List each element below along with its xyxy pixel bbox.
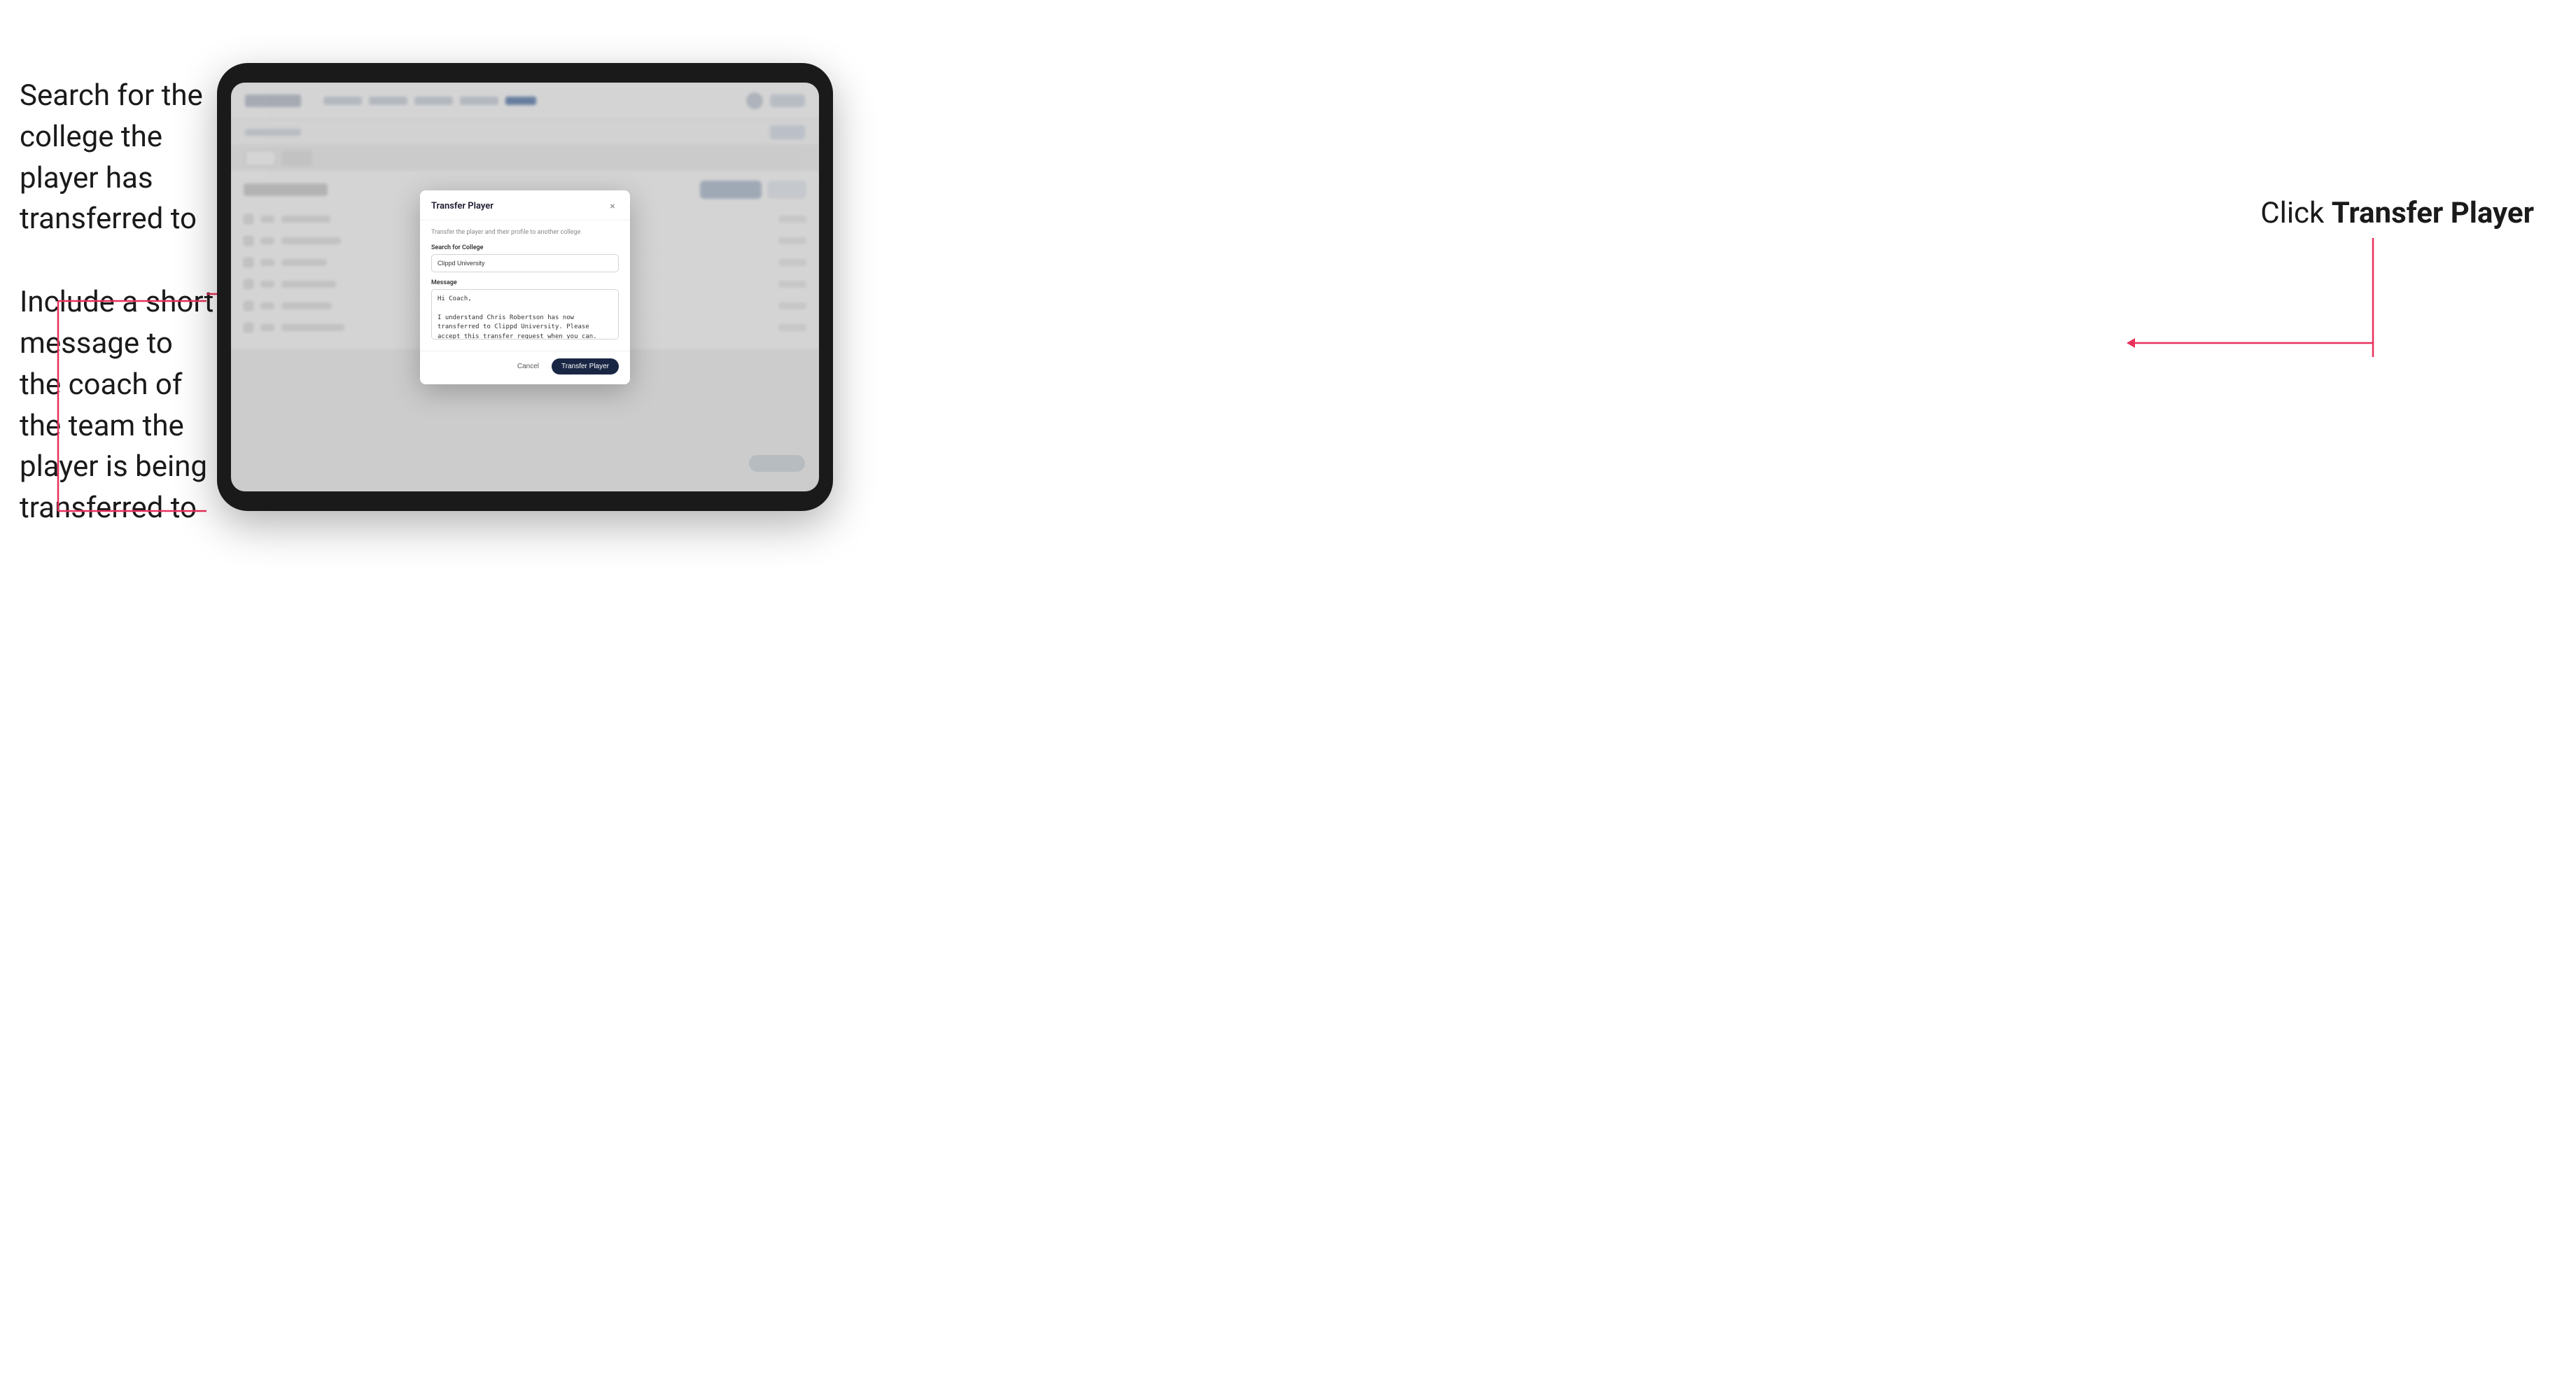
- transfer-player-button[interactable]: Transfer Player: [552, 358, 619, 374]
- search-college-input[interactable]: [431, 254, 619, 272]
- dialog-header: Transfer Player ×: [420, 190, 630, 220]
- dialog-body: Transfer the player and their profile to…: [420, 220, 630, 351]
- dialog-footer: Cancel Transfer Player: [420, 351, 630, 384]
- annotation-left: Search for the college the player has tr…: [20, 76, 216, 571]
- annotation-left-top: Search for the college the player has tr…: [20, 76, 216, 240]
- annotation-right-prefix: Click: [2260, 196, 2331, 230]
- dialog-title: Transfer Player: [431, 201, 493, 211]
- tablet-device: Transfer Player × Transfer the player an…: [217, 63, 833, 511]
- message-label: Message: [431, 279, 619, 286]
- dialog-overlay: Transfer Player × Transfer the player an…: [231, 83, 819, 491]
- cancel-button[interactable]: Cancel: [512, 359, 545, 374]
- annotation-right-bold: Transfer Player: [2332, 196, 2534, 230]
- dialog-close-button[interactable]: ×: [606, 200, 619, 213]
- annotation-left-bottom: Include a short message to the coach of …: [20, 282, 216, 529]
- message-textarea[interactable]: Hi Coach, I understand Chris Robertson h…: [431, 289, 619, 340]
- annotation-right: Click Transfer Player: [2260, 196, 2534, 230]
- tablet-screen: Transfer Player × Transfer the player an…: [231, 83, 819, 491]
- transfer-player-dialog: Transfer Player × Transfer the player an…: [420, 190, 630, 384]
- dialog-subtitle: Transfer the player and their profile to…: [431, 229, 619, 236]
- search-college-label: Search for College: [431, 244, 619, 251]
